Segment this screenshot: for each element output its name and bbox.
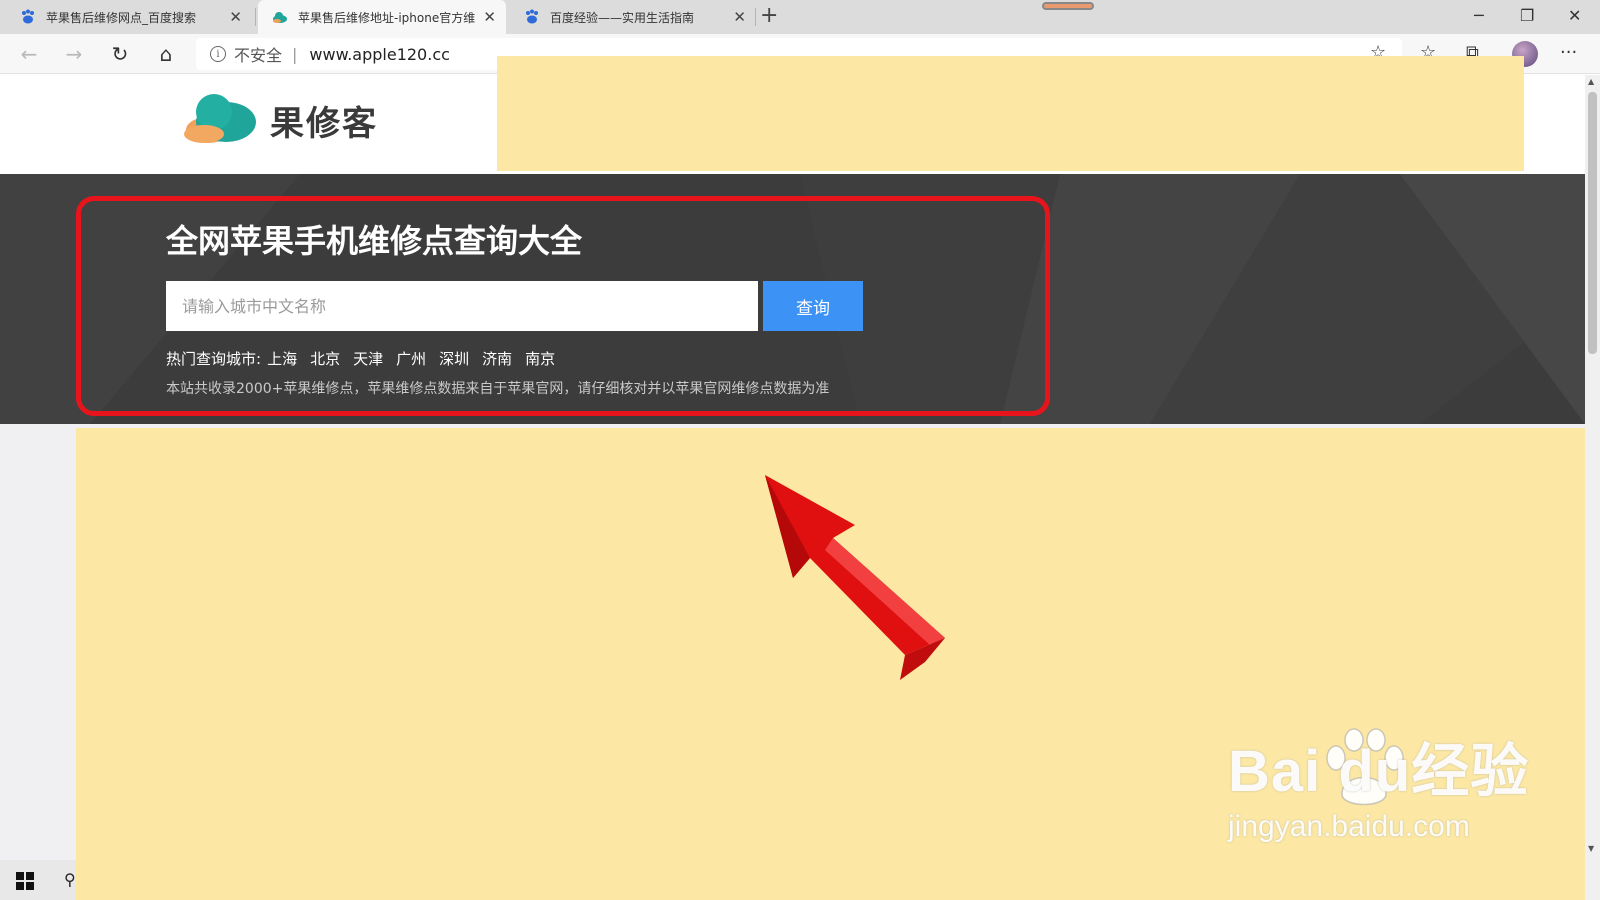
tab-divider xyxy=(755,8,756,26)
close-window-button[interactable]: ✕ xyxy=(1568,4,1581,28)
city-link-tianjin[interactable]: 天津 xyxy=(353,348,383,369)
close-tab-icon[interactable]: ✕ xyxy=(483,9,496,25)
windows-start-icon[interactable] xyxy=(16,872,34,890)
tab-title: 百度经验——实用生活指南 xyxy=(550,10,695,25)
scroll-up-icon[interactable]: ▲ xyxy=(1588,77,1594,86)
city-link-jinan[interactable]: 济南 xyxy=(482,348,512,369)
security-label[interactable]: 不安全 xyxy=(234,42,282,66)
forward-icon[interactable]: → xyxy=(61,41,87,67)
cloud-logo-icon xyxy=(272,9,288,25)
refresh-icon[interactable]: ↻ xyxy=(107,41,133,67)
close-tab-icon[interactable]: ✕ xyxy=(229,9,242,25)
back-icon[interactable]: ← xyxy=(16,41,42,67)
hot-cities-label: 热门查询城市: xyxy=(166,350,262,368)
city-link-beijing[interactable]: 北京 xyxy=(310,348,340,369)
tab-title: 苹果售后维修地址-iphone官方维 xyxy=(298,10,476,25)
watermark-main: Bai du经验 xyxy=(1228,739,1530,804)
address-separator: | xyxy=(292,44,298,64)
watermark-url: jingyan.baidu.com xyxy=(1228,810,1470,843)
info-icon[interactable]: i xyxy=(210,46,226,62)
baidu-paw-icon xyxy=(20,9,36,25)
tab-baidu-search[interactable]: 苹果售后维修网点_百度搜索 ✕ xyxy=(6,0,252,34)
site-logo-text[interactable]: 果修客 xyxy=(270,96,378,145)
cloud-logo-icon[interactable] xyxy=(184,92,256,144)
city-link-nanjing[interactable]: 南京 xyxy=(525,348,555,369)
taskbar-search-icon[interactable]: ⚲ xyxy=(64,870,76,889)
home-icon[interactable]: ⌂ xyxy=(153,41,179,67)
tab-apple120[interactable]: 苹果售后维修地址-iphone官方维 ✕ xyxy=(258,0,506,34)
url-text[interactable]: www.apple120.cc xyxy=(309,45,450,64)
city-link-shenzhen[interactable]: 深圳 xyxy=(439,348,469,369)
city-search-input[interactable] xyxy=(166,281,758,331)
hero-title: 全网苹果手机维修点查询大全 xyxy=(166,222,583,260)
more-menu-icon[interactable]: ··· xyxy=(1560,42,1577,63)
minimize-button[interactable]: ─ xyxy=(1474,4,1484,28)
new-tab-button[interactable]: + xyxy=(760,4,778,28)
city-link-guangzhou[interactable]: 广州 xyxy=(396,348,426,369)
hot-cities: 热门查询城市: 上海 北京 天津 广州 深圳 济南 南京 xyxy=(166,348,568,369)
tab-divider xyxy=(255,8,256,26)
close-tab-icon[interactable]: ✕ xyxy=(733,9,746,25)
ad-banner-top xyxy=(497,56,1524,171)
tab-baidu-jingyan[interactable]: 百度经验——实用生活指南 ✕ xyxy=(510,0,756,34)
scroll-down-icon[interactable]: ▼ xyxy=(1588,844,1594,853)
red-arrow-icon xyxy=(765,475,945,680)
data-notice: 本站共收录2000+苹果维修点，苹果维修点数据来自于苹果官网，请仔细核对并以苹果… xyxy=(166,381,830,397)
city-link-shanghai[interactable]: 上海 xyxy=(267,348,297,369)
restore-button[interactable]: ❐ xyxy=(1520,4,1534,28)
search-button[interactable]: 查询 xyxy=(763,281,863,331)
baidu-jingyan-watermark: Bai du经验 jingyan.baidu.com xyxy=(1228,724,1529,844)
window-drag-handle[interactable] xyxy=(1042,2,1094,10)
scrollbar-thumb[interactable] xyxy=(1588,92,1597,354)
baidu-paw-icon xyxy=(524,9,540,25)
tab-title: 苹果售后维修网点_百度搜索 xyxy=(46,10,197,25)
browser-tab-bar: 苹果售后维修网点_百度搜索 ✕ 苹果售后维修地址-iphone官方维 ✕ 百度经… xyxy=(0,0,1600,34)
